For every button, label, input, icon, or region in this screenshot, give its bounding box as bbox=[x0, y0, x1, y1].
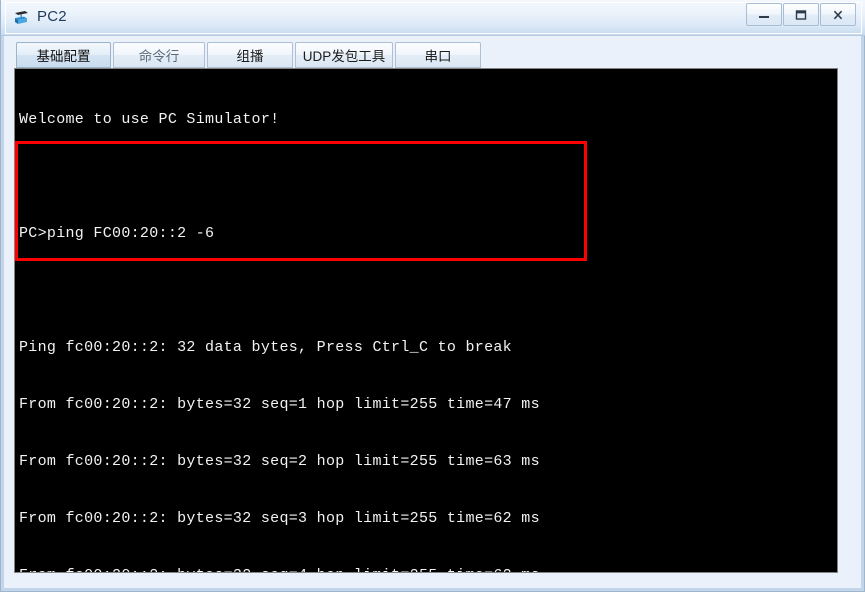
close-button[interactable] bbox=[820, 3, 856, 26]
tab-udp-packet-tool[interactable]: UDP发包工具 bbox=[295, 42, 393, 68]
tab-basic-config[interactable]: 基础配置 bbox=[16, 42, 111, 68]
tab-bar: 基础配置 命令行 组播 UDP发包工具 串口 bbox=[9, 39, 858, 68]
tab-label: 串口 bbox=[424, 49, 452, 64]
tab-label: 组播 bbox=[236, 49, 264, 64]
terminal-line: Welcome to use PC Simulator! bbox=[19, 111, 280, 128]
terminal-line-reply: From fc00:20::2: bytes=32 seq=1 hop limi… bbox=[19, 396, 540, 413]
minimize-icon bbox=[759, 15, 769, 18]
pc2-window: PC2 基础配置 命令行 组播 UDP发包工具 串口 Welcome to us… bbox=[0, 0, 865, 592]
maximize-button[interactable] bbox=[783, 3, 819, 26]
window-title: PC2 bbox=[37, 8, 67, 25]
tab-label: UDP发包工具 bbox=[302, 49, 386, 64]
tab-label: 命令行 bbox=[138, 49, 180, 64]
terminal-line-reply: From fc00:20::2: bytes=32 seq=2 hop limi… bbox=[19, 453, 540, 470]
title-bar: PC2 bbox=[1, 0, 865, 36]
title-bar-highlight bbox=[5, 2, 862, 34]
close-icon bbox=[833, 10, 843, 19]
terminal-output[interactable]: Welcome to use PC Simulator! PC>ping FC0… bbox=[15, 69, 837, 572]
terminal-line-reply: From fc00:20::2: bytes=32 seq=3 hop limi… bbox=[19, 510, 540, 527]
tab-label: 基础配置 bbox=[36, 49, 91, 64]
minimize-button[interactable] bbox=[746, 3, 782, 26]
terminal-panel[interactable]: Welcome to use PC Simulator! PC>ping FC0… bbox=[14, 68, 838, 573]
tab-multicast[interactable]: 组播 bbox=[207, 42, 293, 68]
terminal-line-reply: From fc00:20::2: bytes=32 seq=4 hop limi… bbox=[19, 566, 837, 572]
terminal-line-ping-header: Ping fc00:20::2: 32 data bytes, Press Ct… bbox=[19, 339, 512, 356]
pc-device-icon bbox=[12, 8, 32, 28]
maximize-icon bbox=[795, 9, 807, 20]
tab-serial-port[interactable]: 串口 bbox=[395, 42, 481, 68]
terminal-line-command: PC>ping FC00:20::2 -6 bbox=[19, 225, 215, 242]
tab-command-line[interactable]: 命令行 bbox=[113, 42, 205, 68]
